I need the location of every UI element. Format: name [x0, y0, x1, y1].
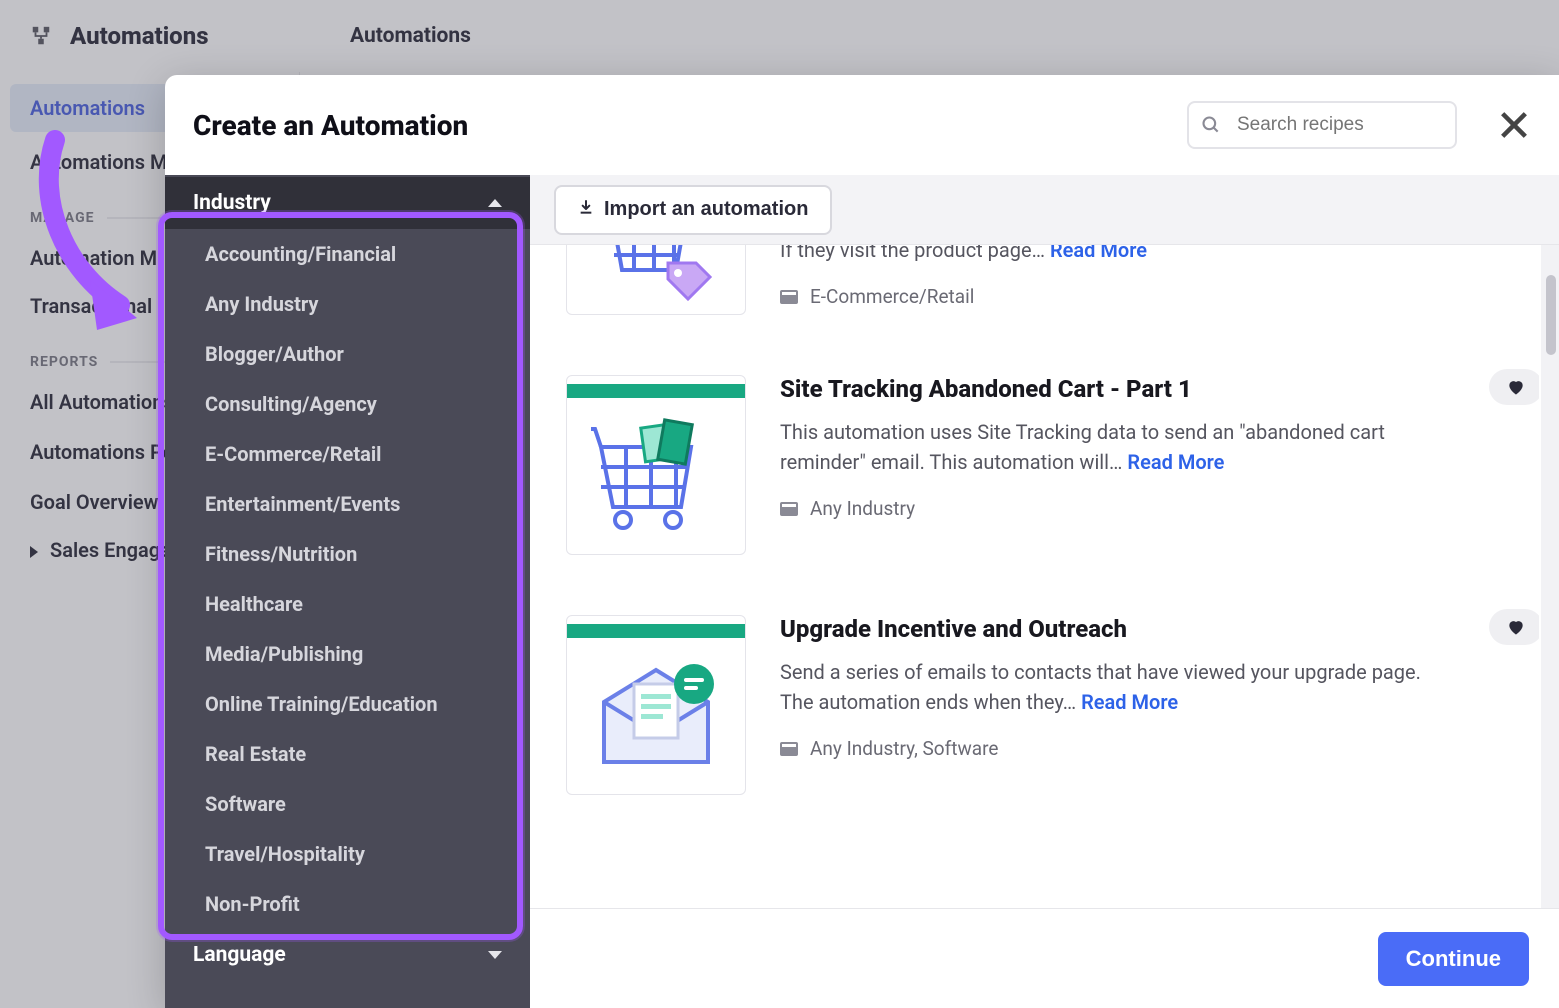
recipe-desc: Send a series of emails to contacts that… — [780, 657, 1443, 717]
recipe-category-sidebar: Start from Scratch Industry Accounting/F… — [165, 175, 530, 1008]
recipe-desc: This automation uses Site Tracking data … — [780, 417, 1443, 477]
recipe-desc: Tag contacts who have repeatedly visited… — [780, 245, 1443, 265]
language-label: Language — [193, 943, 286, 967]
import-bar: Import an automation — [530, 175, 1559, 245]
recipe-main: Import an automation — [530, 175, 1559, 1008]
modal-footer: Continue — [530, 908, 1559, 1008]
industry-healthcare[interactable]: Healthcare — [165, 579, 530, 629]
recipe-title: Upgrade Incentive and Outreach — [780, 615, 1443, 643]
recipe-card-body: Site Tracking Abandoned Cart - Part 1 Th… — [780, 375, 1503, 555]
industry-travel-hospitality[interactable]: Travel/Hospitality — [165, 829, 530, 879]
industry-online-training[interactable]: Online Training/Education — [165, 679, 530, 729]
recipe-thumb — [566, 245, 746, 315]
industry-label: Industry — [193, 191, 271, 215]
read-more-link[interactable]: Read More — [1081, 690, 1178, 714]
modal-body: Start from Scratch Industry Accounting/F… — [165, 175, 1559, 1008]
close-button[interactable] — [1497, 108, 1531, 142]
archive-icon — [780, 290, 798, 304]
read-more-link[interactable]: Read More — [1127, 450, 1224, 474]
industry-fitness-nutrition[interactable]: Fitness/Nutrition — [165, 529, 530, 579]
chevron-up-icon — [488, 199, 502, 207]
industry-non-profit[interactable]: Non-Profit — [165, 879, 530, 929]
cart-files-icon — [591, 412, 721, 532]
continue-button[interactable]: Continue — [1378, 932, 1529, 986]
archive-icon — [780, 742, 798, 756]
recipe-card[interactable]: Site Tracking Abandoned Cart - Part 1 Th… — [554, 345, 1515, 585]
import-automation-button[interactable]: Import an automation — [554, 185, 832, 235]
recipe-title: Site Tracking Abandoned Cart - Part 1 — [780, 375, 1443, 403]
heart-icon — [1505, 617, 1527, 637]
industry-any-industry[interactable]: Any Industry — [165, 279, 530, 329]
industry-real-estate[interactable]: Real Estate — [165, 729, 530, 779]
scrollbar-thumb[interactable] — [1546, 275, 1556, 355]
heart-icon — [1505, 377, 1527, 397]
industry-software[interactable]: Software — [165, 779, 530, 829]
industry-consulting-agency[interactable]: Consulting/Agency — [165, 379, 530, 429]
search-input[interactable] — [1187, 101, 1457, 149]
recipe-thumb — [566, 615, 746, 795]
recipe-card[interactable]: Tag contacts who have repeatedly visited… — [554, 245, 1515, 345]
industry-accounting-financial[interactable]: Accounting/Financial — [165, 229, 530, 279]
create-automation-modal: Create an Automation Start from Scratch … — [165, 75, 1559, 1008]
recipe-card-body: Tag contacts who have repeatedly visited… — [780, 245, 1503, 315]
modal-title: Create an Automation — [193, 109, 1167, 142]
favorite-button[interactable] — [1489, 369, 1539, 405]
industry-entertainment-events[interactable]: Entertainment/Events — [165, 479, 530, 529]
download-icon — [578, 198, 594, 221]
recipe-card-body: Upgrade Incentive and Outreach Send a se… — [780, 615, 1503, 795]
cart-tag-icon — [596, 245, 716, 305]
chevron-down-icon — [488, 951, 502, 959]
favorite-button[interactable] — [1489, 609, 1539, 645]
envelope-chat-icon — [586, 652, 726, 772]
search-recipes — [1187, 101, 1457, 149]
recipe-thumb — [566, 375, 746, 555]
recipe-meta: Any Industry, Software — [780, 737, 1443, 760]
modal-header: Create an Automation — [165, 75, 1559, 175]
industry-ecommerce-retail[interactable]: E-Commerce/Retail — [165, 429, 530, 479]
scrollbar-track[interactable] — [1541, 245, 1559, 908]
industry-blogger-author[interactable]: Blogger/Author — [165, 329, 530, 379]
search-icon — [1201, 115, 1221, 135]
category-header-language[interactable]: Language — [165, 929, 530, 981]
recipe-meta: Any Industry — [780, 497, 1443, 520]
archive-icon — [780, 502, 798, 516]
import-label: Import an automation — [604, 198, 808, 221]
recipe-meta: E-Commerce/Retail — [780, 285, 1443, 308]
industry-media-publishing[interactable]: Media/Publishing — [165, 629, 530, 679]
read-more-link[interactable]: Read More — [1050, 245, 1147, 262]
recipe-list: Tag contacts who have repeatedly visited… — [530, 245, 1539, 908]
category-header-industry[interactable]: Industry — [165, 177, 530, 229]
recipe-card[interactable]: Upgrade Incentive and Outreach Send a se… — [554, 585, 1515, 825]
